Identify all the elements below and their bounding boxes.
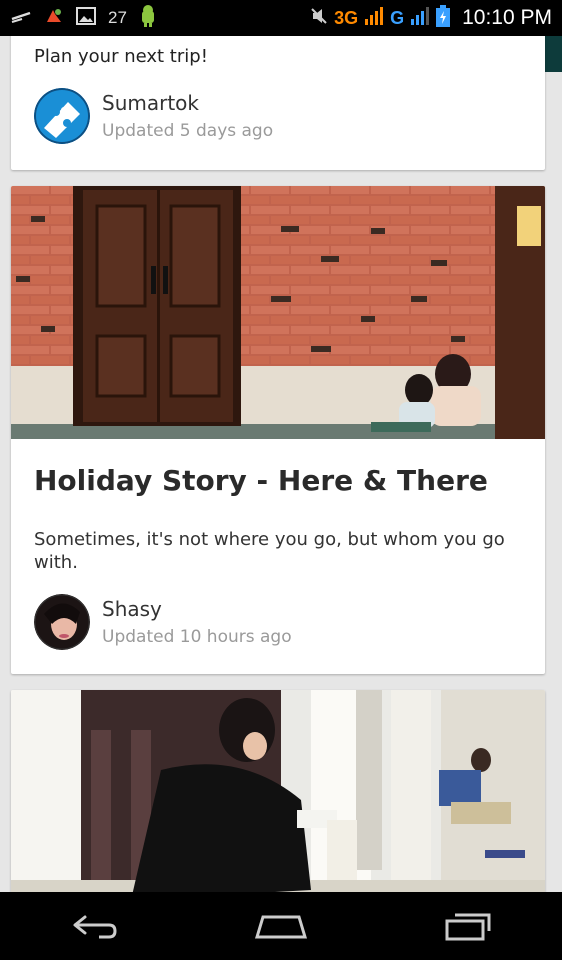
mute-icon	[310, 7, 328, 30]
status-bar: 27 3G G 10:10 PM	[0, 0, 562, 36]
android-debug-icon	[139, 4, 157, 32]
navigation-bar	[0, 892, 562, 960]
menu-notification-icon	[10, 9, 32, 28]
back-icon	[73, 915, 117, 939]
back-button[interactable]	[54, 901, 134, 951]
signal-3g-icon	[364, 6, 384, 31]
battery-charging-icon	[436, 4, 451, 32]
story-title[interactable]: Holiday Story - Here & There	[34, 464, 488, 497]
author-avatar[interactable]	[34, 88, 90, 144]
notification-count: 27	[108, 8, 127, 27]
story-description: Sometimes, it's not where you go, but wh…	[34, 529, 505, 573]
updated-time: Updated 5 days ago	[102, 121, 274, 141]
story-card[interactable]: Plan your next trip! Sumartok Updated 5 …	[11, 36, 545, 170]
story-teaser: Plan your next trip!	[34, 46, 208, 67]
story-cover-image[interactable]	[11, 186, 545, 439]
signal-g-icon	[410, 6, 430, 31]
app-notification-icon	[44, 6, 64, 31]
story-card[interactable]	[11, 690, 545, 892]
gallery-icon	[76, 6, 96, 30]
home-button[interactable]	[241, 901, 321, 951]
home-icon	[254, 915, 308, 939]
story-author[interactable]: Sumartok Updated 5 days ago	[34, 88, 273, 144]
author-name: Sumartok	[102, 91, 199, 115]
story-card[interactable]: Holiday Story - Here & There Sometimes, …	[11, 186, 545, 674]
updated-time: Updated 10 hours ago	[102, 627, 292, 647]
author-avatar[interactable]	[34, 594, 90, 650]
story-author[interactable]: Shasy Updated 10 hours ago	[34, 594, 292, 650]
story-feed[interactable]: Plan your next trip! Sumartok Updated 5 …	[0, 36, 562, 892]
network-g-label: G	[390, 7, 405, 28]
story-cover-image[interactable]	[11, 690, 545, 892]
network-3g-label: 3G	[334, 7, 359, 28]
author-name: Shasy	[102, 597, 162, 621]
recent-apps-button[interactable]	[428, 901, 508, 951]
recent-apps-icon	[445, 913, 491, 941]
clock: 10:10 PM	[462, 6, 552, 29]
